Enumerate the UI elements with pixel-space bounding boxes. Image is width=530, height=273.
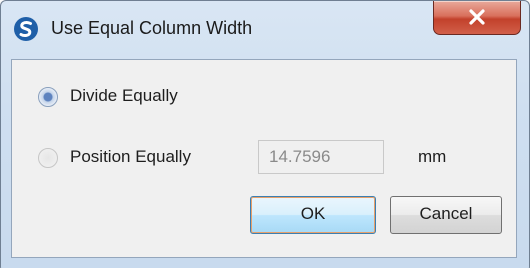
spacing-unit-label: mm [418,147,447,166]
close-icon [469,9,485,25]
close-button[interactable] [433,1,521,35]
app-logo-icon [14,17,38,41]
position-equally-radio[interactable] [38,148,58,168]
window-shadow-gap [0,268,530,273]
ok-button[interactable]: OK [250,196,376,234]
cancel-button[interactable]: Cancel [390,196,502,234]
divide-equally-label[interactable]: Divide Equally [70,86,178,106]
dialog-body: Divide Equally Position Equally mm OK Ca… [11,59,517,258]
dialog-window: Use Equal Column Width Divide Equally Po… [0,0,530,270]
divide-equally-radio[interactable] [38,87,58,107]
title-bar[interactable]: Use Equal Column Width [1,1,529,57]
window-title: Use Equal Column Width [51,18,253,38]
spacing-input[interactable] [258,140,384,174]
position-equally-label[interactable]: Position Equally [70,147,191,167]
